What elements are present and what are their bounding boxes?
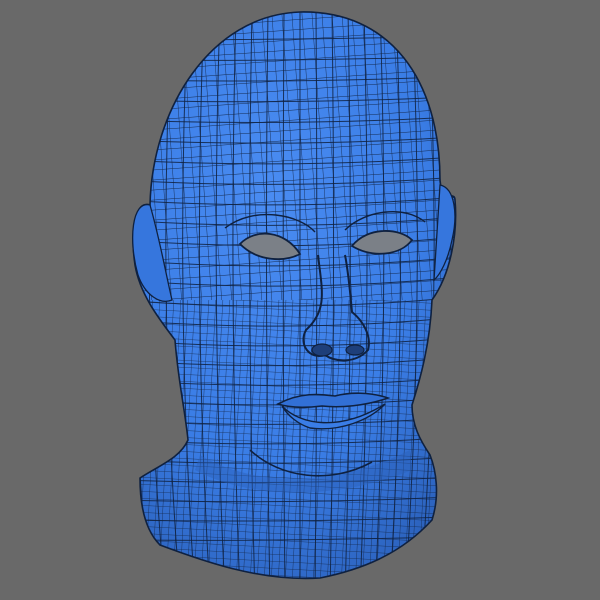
wireframe-overlay bbox=[133, 11, 456, 579]
scene-svg bbox=[132, 11, 457, 580]
mesh-longitude-line bbox=[434, 11, 452, 579]
3d-viewport[interactable] bbox=[0, 0, 600, 600]
left-nostril bbox=[311, 343, 333, 357]
right-nostril bbox=[345, 344, 365, 356]
